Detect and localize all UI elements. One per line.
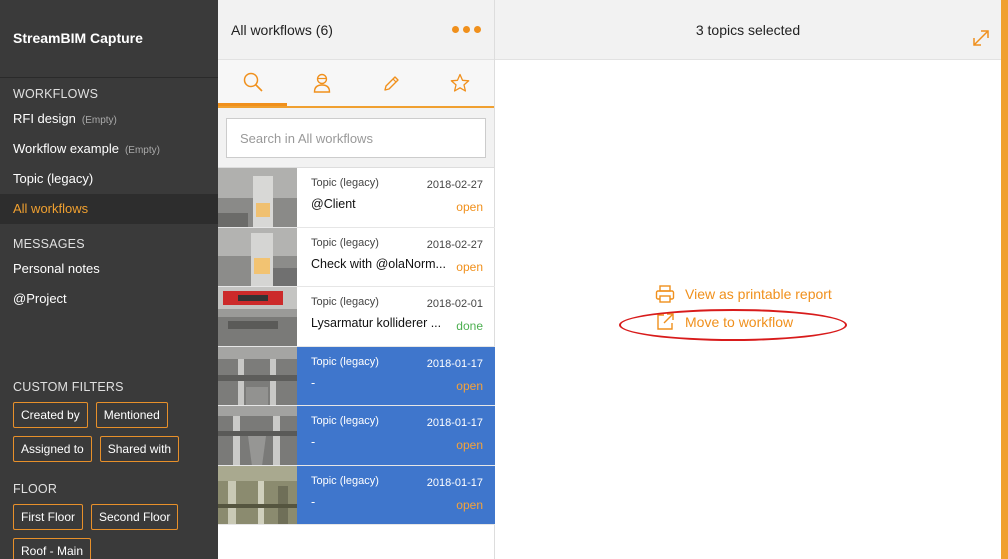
search-bar bbox=[218, 108, 494, 168]
topic-list: Topic (legacy) 2018-02-27 @Client open T… bbox=[218, 168, 495, 525]
topic-title: - bbox=[311, 435, 316, 449]
tab-starred[interactable] bbox=[425, 60, 494, 106]
topic-date: 2018-01-17 bbox=[426, 357, 483, 370]
topic-status: open bbox=[456, 438, 483, 452]
view-printable-report-label: View as printable report bbox=[685, 286, 832, 302]
sidebar: StreamBIM Capture WORKFLOWS RFI design (E… bbox=[0, 0, 218, 559]
topic-row[interactable]: Topic (legacy) 2018-02-27 @Client open bbox=[218, 168, 495, 228]
search-input[interactable] bbox=[226, 118, 486, 158]
sidebar-item-label: Workflow example bbox=[13, 141, 119, 156]
move-to-workflow-label: Move to workflow bbox=[685, 314, 794, 330]
topic-status: open bbox=[456, 497, 483, 512]
floor-second-floor[interactable]: Second Floor bbox=[91, 504, 179, 530]
topic-date: 2018-01-17 bbox=[426, 476, 483, 489]
move-to-workflow-button[interactable]: Move to workflow bbox=[655, 312, 793, 332]
sidebar-item-label: All workflows bbox=[13, 201, 89, 216]
topic-row[interactable]: Topic (legacy) 2018-01-17 - open bbox=[218, 465, 495, 525]
topic-thumbnail bbox=[218, 227, 297, 286]
topic-date: 2018-02-27 bbox=[426, 238, 483, 251]
tab-created[interactable] bbox=[356, 60, 425, 106]
topic-title: Check with @olaNorm... bbox=[311, 256, 446, 271]
floor-roof-main[interactable]: Roof - Main bbox=[13, 538, 92, 559]
pencil-icon bbox=[383, 76, 399, 91]
topic-thumbnail bbox=[218, 168, 297, 227]
topic-row[interactable]: Topic (legacy) 2018-01-17 - open bbox=[218, 406, 495, 466]
topic-status: open bbox=[456, 378, 483, 393]
topic-title: - bbox=[311, 375, 316, 390]
sidebar-item-label: Topic (legacy) bbox=[13, 171, 94, 186]
topic-thumbnail bbox=[218, 465, 297, 524]
topic-list-panel: All workflows (6) Topic (legacy) 2018-02… bbox=[218, 0, 495, 559]
filter-mentioned[interactable]: Mentioned bbox=[95, 402, 168, 428]
list-title: All workflows (6) bbox=[231, 21, 333, 38]
topic-date: 2018-02-27 bbox=[426, 179, 483, 191]
filter-shared-with[interactable]: Shared with bbox=[99, 436, 180, 462]
topic-title: - bbox=[311, 494, 316, 509]
list-header: All workflows (6) bbox=[218, 0, 494, 60]
list-tabs bbox=[218, 60, 494, 108]
tab-assigned[interactable] bbox=[287, 60, 356, 106]
more-options-icon[interactable] bbox=[452, 26, 481, 33]
topic-status: open bbox=[456, 200, 483, 214]
filter-assigned-to[interactable]: Assigned to bbox=[13, 436, 92, 462]
floor-first-floor[interactable]: First Floor bbox=[13, 504, 83, 530]
empty-note: (Empty) bbox=[81, 115, 117, 126]
sidebar-item-topic-legacy[interactable]: Topic (legacy) bbox=[0, 164, 218, 194]
app-title: StreamBIM Capture bbox=[0, 0, 218, 78]
custom-filters-row-2: Assigned to Shared with bbox=[0, 436, 218, 462]
detail-header: 3 topics selected bbox=[495, 0, 1001, 60]
sidebar-item-label: RFI design bbox=[13, 111, 76, 126]
sidebar-item-all-workflows[interactable]: All workflows bbox=[0, 194, 218, 224]
sidebar-item-rfi-design[interactable]: RFI design (Empty) bbox=[0, 104, 218, 134]
floor-row-2: Roof - Main bbox=[0, 538, 218, 559]
topic-row-body: Topic (legacy) 2018-02-27 Check with @ol… bbox=[297, 228, 495, 287]
topic-row[interactable]: Topic (legacy) 2018-02-27 Check with @ol… bbox=[218, 227, 495, 287]
topic-row[interactable]: Topic (legacy) 2018-01-17 - open bbox=[218, 346, 495, 406]
topic-row-body: Topic (legacy) 2018-01-17 - open bbox=[297, 346, 495, 405]
workflows-header: WORKFLOWS bbox=[13, 87, 99, 101]
custom-filters-row-1: Created by Mentioned bbox=[0, 402, 218, 428]
floor-header: FLOOR bbox=[13, 482, 58, 496]
selection-count-title: 3 topics selected bbox=[695, 21, 801, 38]
topic-thumbnail bbox=[218, 406, 297, 465]
empty-note: (Empty) bbox=[124, 145, 160, 156]
topic-status: open bbox=[456, 259, 483, 274]
topic-status: done bbox=[456, 319, 483, 333]
topic-row-body: Topic (legacy) 2018-01-17 - open bbox=[297, 406, 495, 465]
external-link-icon bbox=[657, 313, 674, 330]
topic-row-body: Topic (legacy) 2018-02-27 @Client open bbox=[297, 168, 495, 227]
sidebar-item-project[interactable]: @Project bbox=[0, 284, 218, 314]
star-icon bbox=[450, 73, 469, 92]
view-printable-report-button[interactable]: View as printable report bbox=[655, 284, 832, 304]
sidebar-item-personal-notes[interactable]: Personal notes bbox=[0, 254, 218, 284]
custom-filters-header: CUSTOM FILTERS bbox=[13, 380, 124, 394]
topic-row[interactable]: Topic (legacy) 2018-02-01 Lysarmatur kol… bbox=[218, 287, 495, 347]
detail-panel: 3 topics selected View as printable repo… bbox=[495, 0, 1001, 559]
person-icon bbox=[313, 73, 330, 93]
topic-date: 2018-02-01 bbox=[426, 298, 483, 310]
printer-icon bbox=[655, 285, 675, 303]
search-icon bbox=[243, 72, 263, 92]
topic-thumbnail bbox=[218, 346, 297, 405]
topic-thumbnail bbox=[218, 287, 297, 346]
scrollbar[interactable] bbox=[1001, 0, 1008, 559]
topic-title: @Client bbox=[311, 197, 356, 211]
topic-title: Lysarmatur kolliderer ... bbox=[311, 316, 442, 330]
topic-row-body: Topic (legacy) 2018-02-01 Lysarmatur kol… bbox=[297, 287, 495, 346]
topic-date: 2018-01-17 bbox=[426, 417, 483, 429]
topic-row-body: Topic (legacy) 2018-01-17 - open bbox=[297, 465, 495, 524]
tab-search[interactable] bbox=[218, 60, 287, 106]
sidebar-item-workflow-example[interactable]: Workflow example (Empty) bbox=[0, 134, 218, 164]
filter-created-by[interactable]: Created by bbox=[13, 402, 88, 428]
floor-row-1: First Floor Second Floor bbox=[0, 504, 218, 530]
messages-header: MESSAGES bbox=[13, 237, 85, 251]
expand-icon[interactable] bbox=[971, 28, 991, 48]
